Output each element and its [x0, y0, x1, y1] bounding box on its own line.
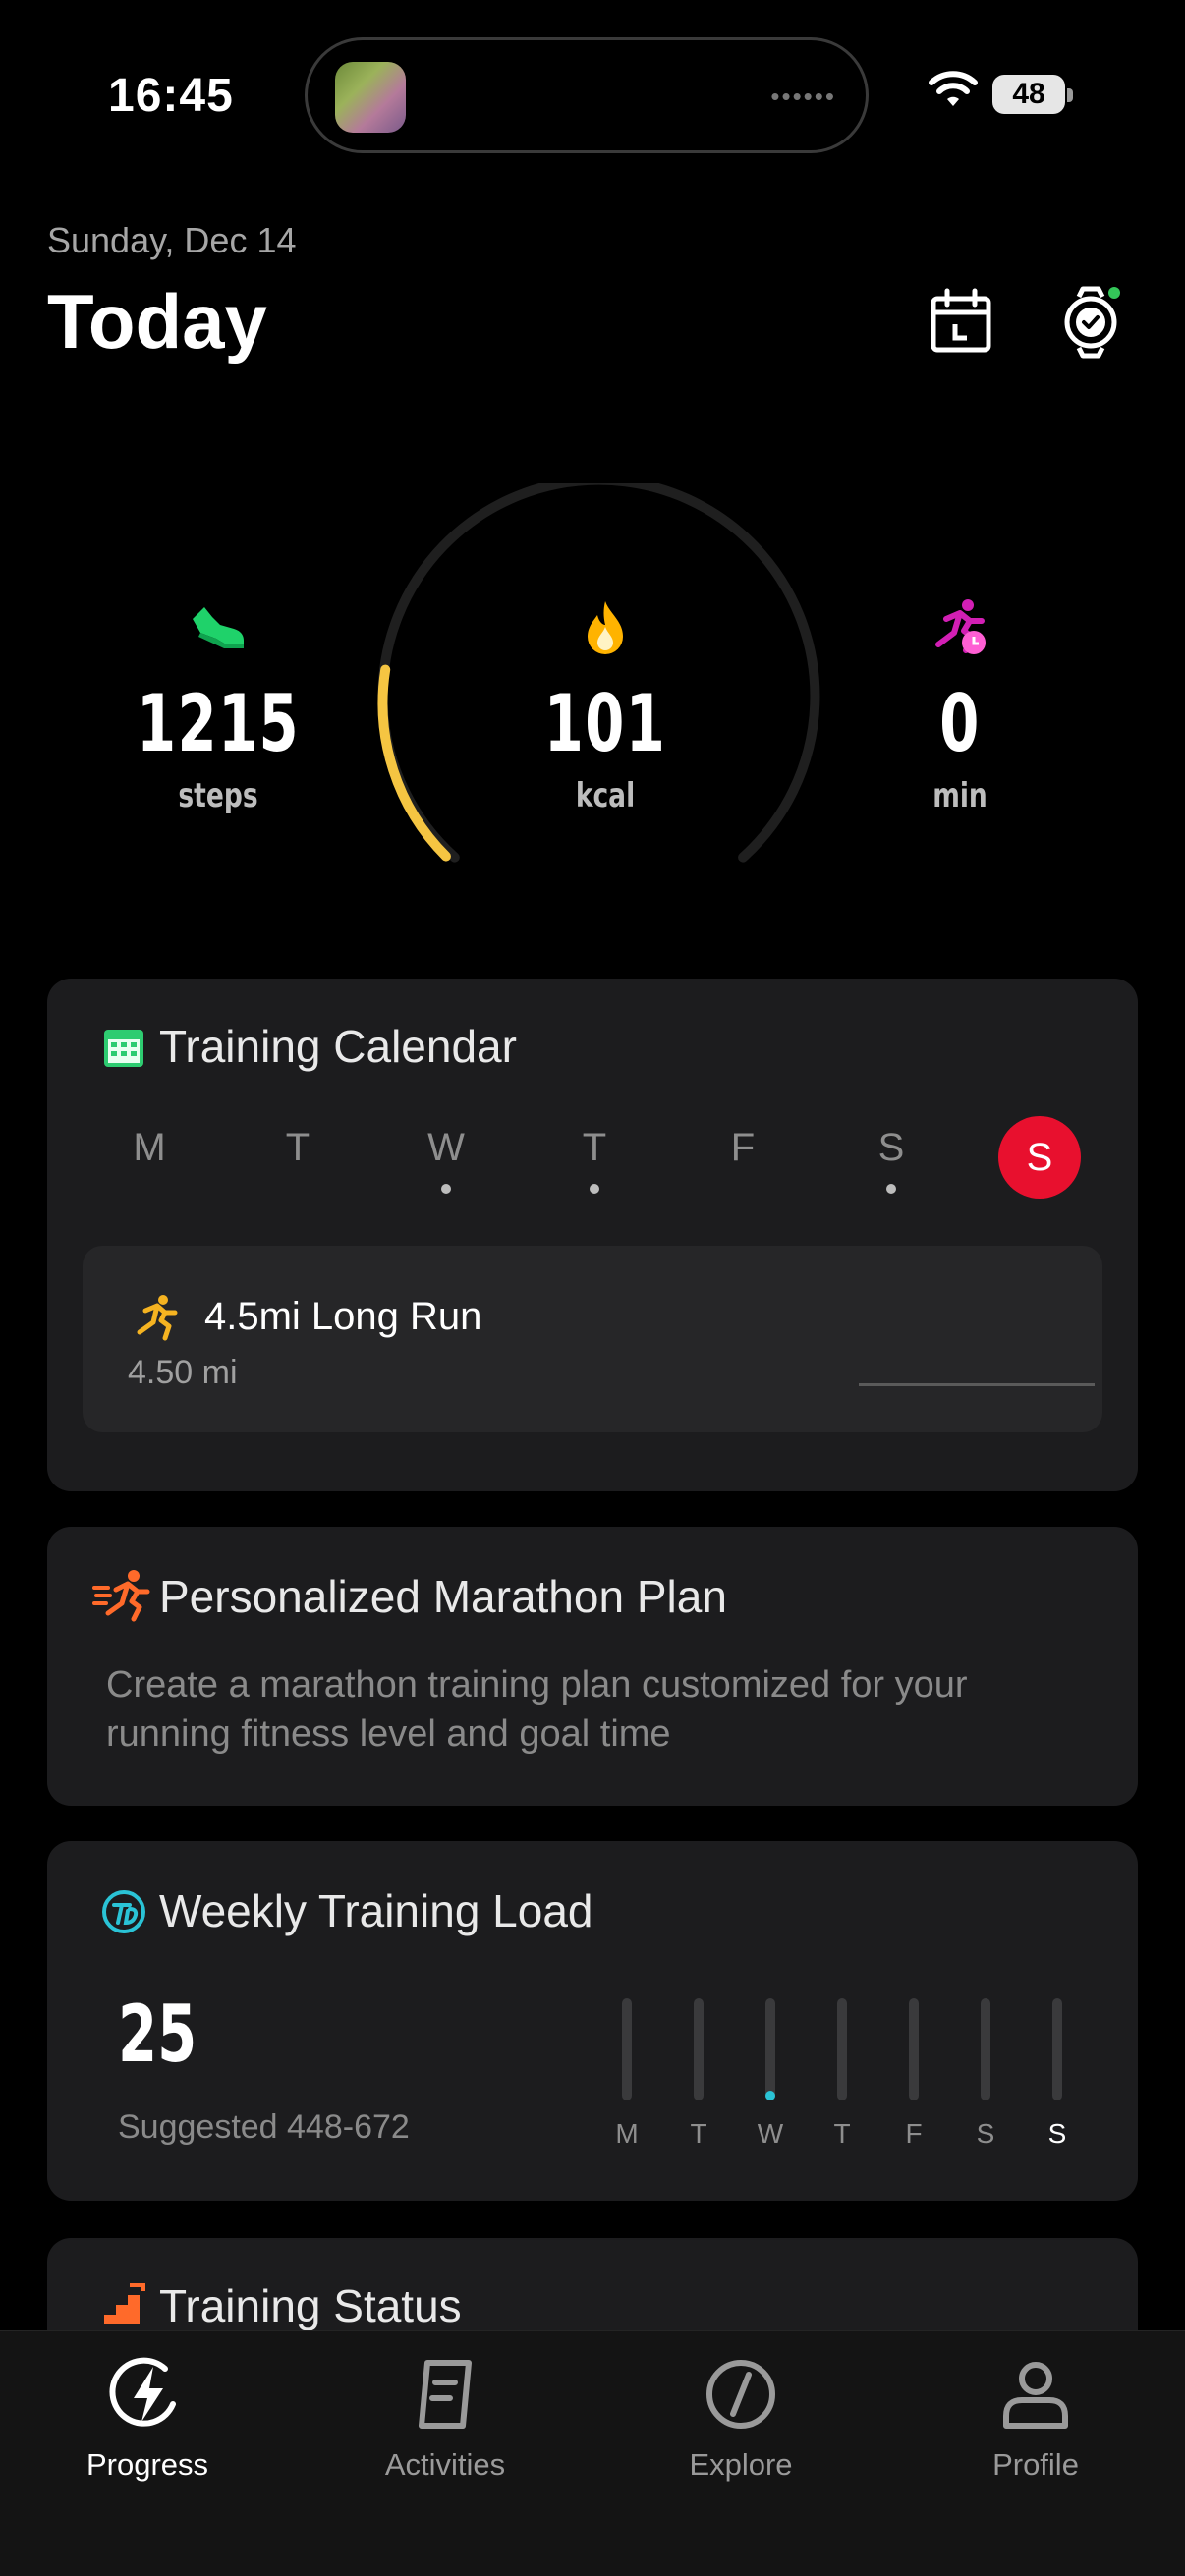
load-bar-thu: T	[822, 1998, 862, 2150]
calendar-icon[interactable]	[924, 285, 998, 360]
calories-stat[interactable]: 101 kcal	[487, 597, 723, 815]
stairs-up-icon	[104, 2283, 145, 2324]
weekday-label: T	[285, 1126, 310, 1169]
active-minutes-stat[interactable]: 0 min	[842, 597, 1078, 815]
tab-explore[interactable]: Explore	[633, 2355, 849, 2483]
weekday-label: T	[582, 1126, 607, 1169]
weekday-label: M	[133, 1126, 166, 1169]
status-time: 16:45	[108, 70, 234, 122]
header-date: Sunday, Dec 14	[47, 220, 297, 260]
runner-icon	[137, 1295, 178, 1341]
tab-profile[interactable]: Profile	[928, 2355, 1144, 2483]
load-bar-wed: W	[751, 1998, 790, 2150]
waveform-icon: ••••••	[770, 82, 836, 111]
load-bar-track	[981, 1998, 990, 2100]
workout-intensity-line	[859, 1383, 1095, 1386]
weekly-training-load-title: Weekly Training Load	[159, 1885, 593, 1936]
load-bar-track	[837, 1998, 847, 2100]
activity-dot	[441, 1184, 451, 1194]
battery-cap	[1067, 88, 1073, 102]
load-bar-tue: T	[679, 1998, 718, 2150]
active-minutes-value: 0	[939, 678, 981, 769]
load-bar-label: T	[833, 2118, 851, 2149]
steps-unit: steps	[178, 776, 258, 815]
status-bar: 16:45 •••••• 48	[0, 0, 1185, 153]
load-bar-label: S	[1047, 2118, 1067, 2149]
load-bar-label: T	[690, 2118, 707, 2149]
tab-progress[interactable]: Progress	[39, 2355, 255, 2483]
compass-icon	[706, 2360, 775, 2429]
marathon-plan-title: Personalized Marathon Plan	[159, 1571, 727, 1622]
load-bar-label: W	[757, 2118, 784, 2149]
calories-unit: kcal	[575, 776, 636, 815]
load-bar-label: S	[976, 2118, 995, 2149]
activity-dot	[886, 1184, 896, 1194]
load-bar-track	[765, 1998, 775, 2100]
load-bar-track	[1052, 1998, 1062, 2100]
watch-connected-icon[interactable]	[1053, 285, 1128, 360]
load-bar-sat: S	[966, 1998, 1005, 2150]
calories-value: 101	[543, 678, 667, 769]
active-minutes-unit: min	[932, 776, 988, 815]
load-bar-fill	[765, 2091, 775, 2100]
training-load-icon	[102, 1890, 145, 1933]
weekday-label: F	[730, 1126, 756, 1169]
shoe-icon	[193, 607, 244, 648]
tab-label: Progress	[85, 2447, 209, 2482]
weekday-label: S	[1026, 1136, 1053, 1179]
load-bar-track	[694, 1998, 704, 2100]
dynamic-island[interactable]: ••••••	[305, 37, 869, 153]
workout-distance: 4.50 mi	[128, 1354, 238, 1391]
tab-bar: Progress Activities Explore Profile	[0, 2330, 1185, 2576]
page-title: Today	[47, 278, 267, 364]
training-load-suggested: Suggested 448-672	[118, 2108, 410, 2146]
tab-label: Profile	[992, 2447, 1079, 2482]
workout-name: 4.5mi Long Run	[204, 1295, 482, 1338]
tab-label: Explore	[689, 2447, 793, 2482]
document-icon	[419, 2360, 472, 2429]
activity-dot	[590, 1184, 599, 1194]
training-calendar-card[interactable]: Training Calendar M T W T F S S 4.5mi Lo…	[47, 979, 1138, 1491]
training-status-title: Training Status	[159, 2280, 462, 2331]
load-bar-fri: F	[894, 1998, 933, 2150]
weekday-mon[interactable]: M	[108, 1126, 191, 1170]
weekday-sun-selected[interactable]: S	[998, 1116, 1081, 1199]
load-bar-label: M	[615, 2118, 639, 2149]
tab-label: Activities	[384, 2447, 506, 2482]
wifi-icon	[929, 71, 978, 106]
steps-stat[interactable]: 1215 steps	[100, 597, 336, 815]
fast-runner-icon	[92, 1570, 150, 1622]
battery-indicator: 48	[992, 75, 1065, 114]
bolt-icon	[109, 2357, 176, 2427]
load-bar-sun: S	[1038, 1998, 1077, 2150]
load-bar-track	[909, 1998, 919, 2100]
weekday-label: S	[877, 1126, 905, 1169]
load-bar-track	[622, 1998, 632, 2100]
training-calendar-title: Training Calendar	[159, 1021, 517, 1072]
weekly-training-load-card[interactable]: Weekly Training Load 25 Suggested 448-67…	[47, 1841, 1138, 2201]
weekday-thu[interactable]: T	[553, 1126, 636, 1194]
load-bar-mon: M	[607, 1998, 647, 2150]
tab-activities[interactable]: Activities	[337, 2355, 553, 2483]
weekday-label: W	[427, 1126, 465, 1169]
marathon-plan-description: Create a marathon training plan customiz…	[106, 1664, 968, 1755]
calendar-grid-icon	[104, 1030, 143, 1067]
flame-icon	[588, 601, 623, 654]
training-load-value: 25	[118, 1988, 198, 2080]
weekday-fri[interactable]: F	[702, 1126, 784, 1170]
weekday-tue[interactable]: T	[256, 1126, 339, 1170]
weekday-wed[interactable]: W	[405, 1126, 487, 1194]
steps-value: 1215	[136, 678, 301, 769]
running-timer-icon	[935, 599, 986, 654]
marathon-plan-card[interactable]: Personalized Marathon Plan Create a mara…	[47, 1527, 1138, 1806]
person-icon	[1003, 2362, 1068, 2429]
now-playing-artwork	[335, 62, 406, 133]
load-bar-label: F	[905, 2118, 923, 2149]
scheduled-workout[interactable]: 4.5mi Long Run 4.50 mi	[83, 1246, 1102, 1432]
weekday-sat[interactable]: S	[850, 1126, 932, 1194]
